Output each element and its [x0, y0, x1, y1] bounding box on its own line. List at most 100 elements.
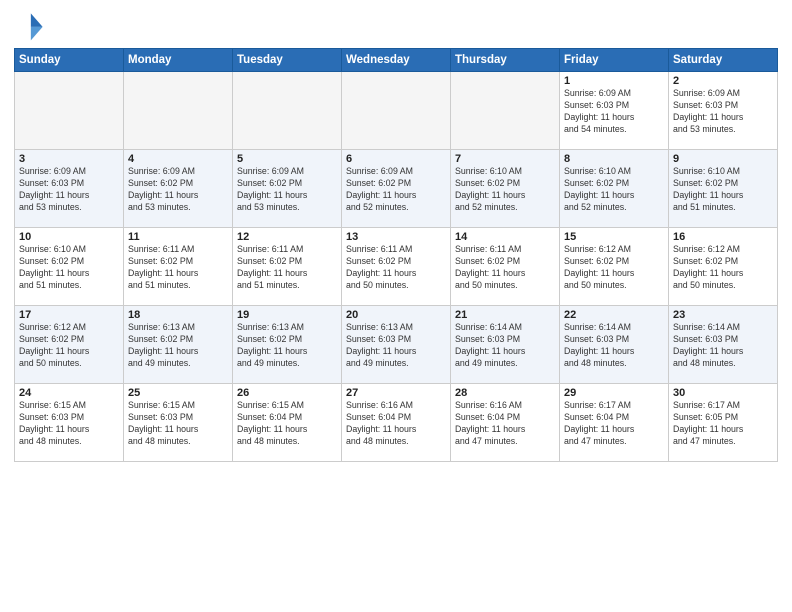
day-number: 11 — [128, 231, 228, 243]
calendar-cell: 7Sunrise: 6:10 AM Sunset: 6:02 PM Daylig… — [451, 150, 560, 228]
day-number: 6 — [346, 153, 446, 165]
day-number: 18 — [128, 309, 228, 321]
day-info: Sunrise: 6:14 AM Sunset: 6:03 PM Dayligh… — [455, 322, 555, 370]
day-number: 17 — [19, 309, 119, 321]
day-number: 2 — [673, 75, 773, 87]
week-row-5: 24Sunrise: 6:15 AM Sunset: 6:03 PM Dayli… — [15, 384, 778, 462]
day-info: Sunrise: 6:11 AM Sunset: 6:02 PM Dayligh… — [455, 244, 555, 292]
calendar-cell: 6Sunrise: 6:09 AM Sunset: 6:02 PM Daylig… — [342, 150, 451, 228]
calendar-cell: 19Sunrise: 6:13 AM Sunset: 6:02 PM Dayli… — [233, 306, 342, 384]
calendar-cell: 25Sunrise: 6:15 AM Sunset: 6:03 PM Dayli… — [124, 384, 233, 462]
weekday-thursday: Thursday — [451, 49, 560, 72]
day-info: Sunrise: 6:14 AM Sunset: 6:03 PM Dayligh… — [564, 322, 664, 370]
day-info: Sunrise: 6:14 AM Sunset: 6:03 PM Dayligh… — [673, 322, 773, 370]
calendar-cell: 27Sunrise: 6:16 AM Sunset: 6:04 PM Dayli… — [342, 384, 451, 462]
day-info: Sunrise: 6:11 AM Sunset: 6:02 PM Dayligh… — [237, 244, 337, 292]
day-info: Sunrise: 6:10 AM Sunset: 6:02 PM Dayligh… — [673, 166, 773, 214]
calendar-cell — [15, 72, 124, 150]
calendar-cell: 3Sunrise: 6:09 AM Sunset: 6:03 PM Daylig… — [15, 150, 124, 228]
week-row-2: 3Sunrise: 6:09 AM Sunset: 6:03 PM Daylig… — [15, 150, 778, 228]
weekday-monday: Monday — [124, 49, 233, 72]
day-info: Sunrise: 6:16 AM Sunset: 6:04 PM Dayligh… — [346, 400, 446, 448]
day-info: Sunrise: 6:09 AM Sunset: 6:02 PM Dayligh… — [346, 166, 446, 214]
weekday-friday: Friday — [560, 49, 669, 72]
day-number: 23 — [673, 309, 773, 321]
calendar-cell: 12Sunrise: 6:11 AM Sunset: 6:02 PM Dayli… — [233, 228, 342, 306]
day-number: 1 — [564, 75, 664, 87]
calendar-cell: 30Sunrise: 6:17 AM Sunset: 6:05 PM Dayli… — [669, 384, 778, 462]
page: SundayMondayTuesdayWednesdayThursdayFrid… — [0, 0, 792, 612]
calendar-cell — [342, 72, 451, 150]
week-row-1: 1Sunrise: 6:09 AM Sunset: 6:03 PM Daylig… — [15, 72, 778, 150]
calendar-cell — [233, 72, 342, 150]
weekday-wednesday: Wednesday — [342, 49, 451, 72]
calendar-cell: 5Sunrise: 6:09 AM Sunset: 6:02 PM Daylig… — [233, 150, 342, 228]
day-number: 20 — [346, 309, 446, 321]
calendar-cell: 20Sunrise: 6:13 AM Sunset: 6:03 PM Dayli… — [342, 306, 451, 384]
day-number: 12 — [237, 231, 337, 243]
day-number: 22 — [564, 309, 664, 321]
calendar-cell: 22Sunrise: 6:14 AM Sunset: 6:03 PM Dayli… — [560, 306, 669, 384]
day-info: Sunrise: 6:12 AM Sunset: 6:02 PM Dayligh… — [19, 322, 119, 370]
day-info: Sunrise: 6:13 AM Sunset: 6:02 PM Dayligh… — [237, 322, 337, 370]
calendar-cell: 29Sunrise: 6:17 AM Sunset: 6:04 PM Dayli… — [560, 384, 669, 462]
day-number: 9 — [673, 153, 773, 165]
day-info: Sunrise: 6:09 AM Sunset: 6:02 PM Dayligh… — [128, 166, 228, 214]
calendar-table: SundayMondayTuesdayWednesdayThursdayFrid… — [14, 48, 778, 462]
day-number: 15 — [564, 231, 664, 243]
calendar-cell — [451, 72, 560, 150]
calendar-cell: 16Sunrise: 6:12 AM Sunset: 6:02 PM Dayli… — [669, 228, 778, 306]
day-info: Sunrise: 6:10 AM Sunset: 6:02 PM Dayligh… — [455, 166, 555, 214]
weekday-sunday: Sunday — [15, 49, 124, 72]
calendar-cell: 11Sunrise: 6:11 AM Sunset: 6:02 PM Dayli… — [124, 228, 233, 306]
day-info: Sunrise: 6:13 AM Sunset: 6:02 PM Dayligh… — [128, 322, 228, 370]
day-info: Sunrise: 6:11 AM Sunset: 6:02 PM Dayligh… — [346, 244, 446, 292]
weekday-tuesday: Tuesday — [233, 49, 342, 72]
calendar-cell: 26Sunrise: 6:15 AM Sunset: 6:04 PM Dayli… — [233, 384, 342, 462]
day-info: Sunrise: 6:09 AM Sunset: 6:02 PM Dayligh… — [237, 166, 337, 214]
day-info: Sunrise: 6:15 AM Sunset: 6:03 PM Dayligh… — [128, 400, 228, 448]
calendar-cell: 13Sunrise: 6:11 AM Sunset: 6:02 PM Dayli… — [342, 228, 451, 306]
calendar-cell: 24Sunrise: 6:15 AM Sunset: 6:03 PM Dayli… — [15, 384, 124, 462]
logo-icon — [14, 10, 46, 42]
logo — [14, 10, 48, 42]
calendar-cell: 18Sunrise: 6:13 AM Sunset: 6:02 PM Dayli… — [124, 306, 233, 384]
day-info: Sunrise: 6:10 AM Sunset: 6:02 PM Dayligh… — [564, 166, 664, 214]
day-number: 28 — [455, 387, 555, 399]
day-number: 25 — [128, 387, 228, 399]
day-info: Sunrise: 6:10 AM Sunset: 6:02 PM Dayligh… — [19, 244, 119, 292]
calendar-cell: 4Sunrise: 6:09 AM Sunset: 6:02 PM Daylig… — [124, 150, 233, 228]
day-info: Sunrise: 6:09 AM Sunset: 6:03 PM Dayligh… — [673, 88, 773, 136]
day-number: 8 — [564, 153, 664, 165]
calendar-cell: 15Sunrise: 6:12 AM Sunset: 6:02 PM Dayli… — [560, 228, 669, 306]
header — [14, 10, 778, 42]
day-number: 19 — [237, 309, 337, 321]
day-number: 7 — [455, 153, 555, 165]
day-number: 5 — [237, 153, 337, 165]
day-info: Sunrise: 6:12 AM Sunset: 6:02 PM Dayligh… — [564, 244, 664, 292]
day-number: 10 — [19, 231, 119, 243]
calendar-cell: 21Sunrise: 6:14 AM Sunset: 6:03 PM Dayli… — [451, 306, 560, 384]
day-info: Sunrise: 6:12 AM Sunset: 6:02 PM Dayligh… — [673, 244, 773, 292]
calendar-cell: 9Sunrise: 6:10 AM Sunset: 6:02 PM Daylig… — [669, 150, 778, 228]
calendar-cell: 23Sunrise: 6:14 AM Sunset: 6:03 PM Dayli… — [669, 306, 778, 384]
calendar-cell: 1Sunrise: 6:09 AM Sunset: 6:03 PM Daylig… — [560, 72, 669, 150]
calendar-cell: 8Sunrise: 6:10 AM Sunset: 6:02 PM Daylig… — [560, 150, 669, 228]
calendar-cell — [124, 72, 233, 150]
week-row-3: 10Sunrise: 6:10 AM Sunset: 6:02 PM Dayli… — [15, 228, 778, 306]
day-info: Sunrise: 6:15 AM Sunset: 6:04 PM Dayligh… — [237, 400, 337, 448]
day-number: 29 — [564, 387, 664, 399]
day-number: 13 — [346, 231, 446, 243]
week-row-4: 17Sunrise: 6:12 AM Sunset: 6:02 PM Dayli… — [15, 306, 778, 384]
day-info: Sunrise: 6:17 AM Sunset: 6:05 PM Dayligh… — [673, 400, 773, 448]
weekday-saturday: Saturday — [669, 49, 778, 72]
day-info: Sunrise: 6:17 AM Sunset: 6:04 PM Dayligh… — [564, 400, 664, 448]
calendar-cell: 10Sunrise: 6:10 AM Sunset: 6:02 PM Dayli… — [15, 228, 124, 306]
calendar-cell: 28Sunrise: 6:16 AM Sunset: 6:04 PM Dayli… — [451, 384, 560, 462]
calendar-cell: 14Sunrise: 6:11 AM Sunset: 6:02 PM Dayli… — [451, 228, 560, 306]
day-number: 21 — [455, 309, 555, 321]
day-info: Sunrise: 6:09 AM Sunset: 6:03 PM Dayligh… — [564, 88, 664, 136]
day-info: Sunrise: 6:11 AM Sunset: 6:02 PM Dayligh… — [128, 244, 228, 292]
day-info: Sunrise: 6:13 AM Sunset: 6:03 PM Dayligh… — [346, 322, 446, 370]
day-number: 14 — [455, 231, 555, 243]
